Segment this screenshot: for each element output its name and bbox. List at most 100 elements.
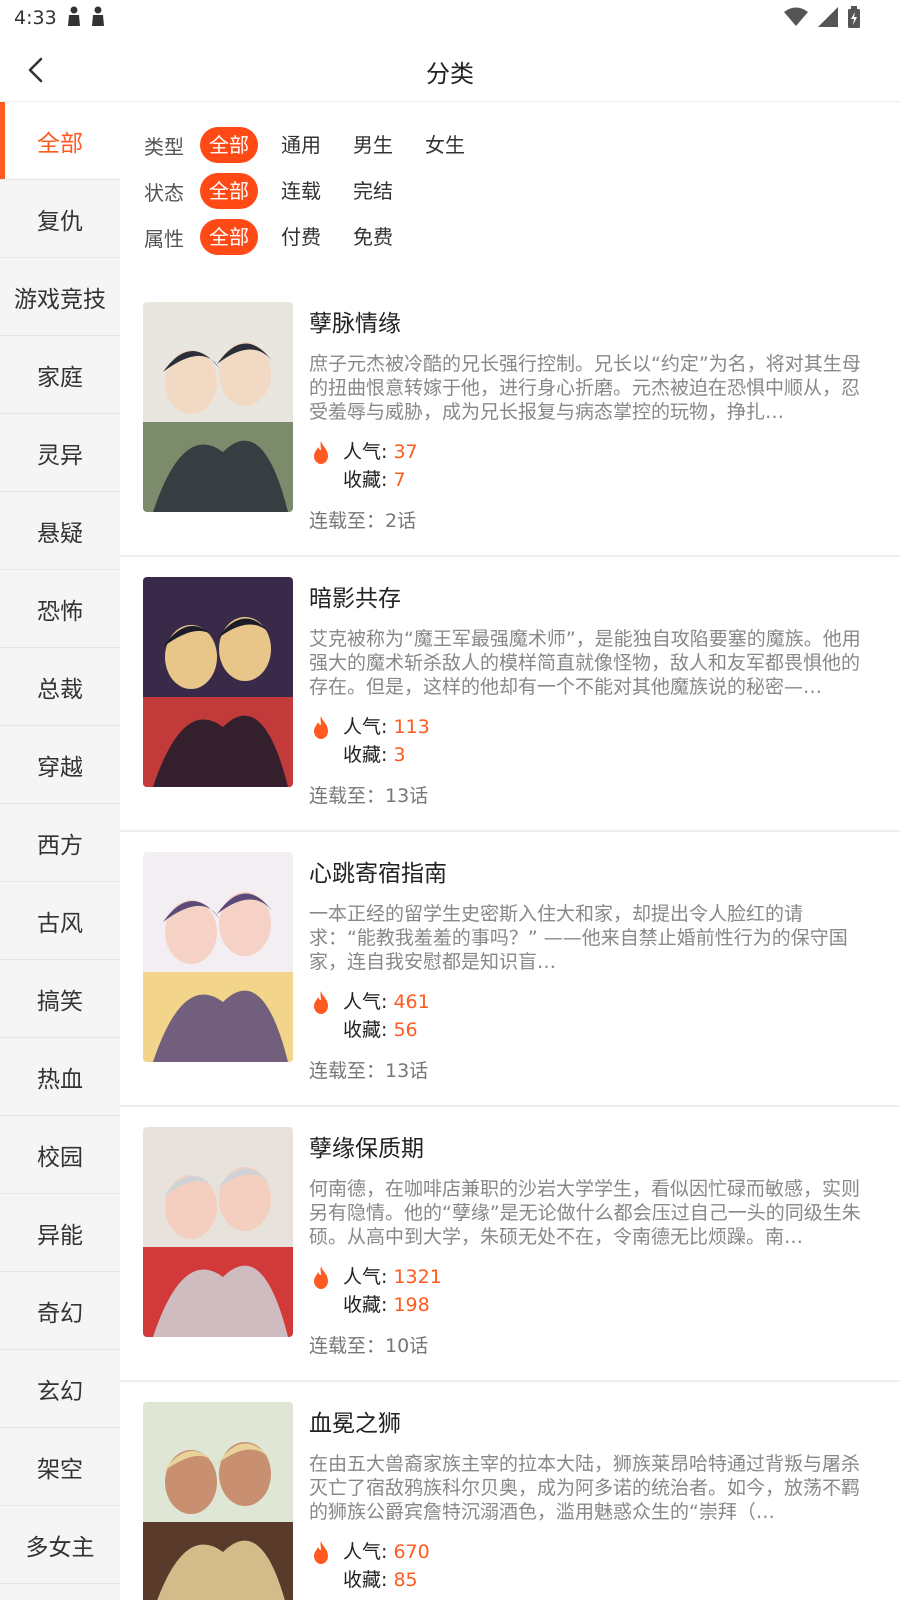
category-sidebar: 全部 复仇 游戏竞技 家庭 灵异 悬疑 恐怖 总裁 穿越 西方 古风 搞笑 热血 校园 异能 奇幻 玄幻 架空 多女… (0, 102, 120, 1600)
sidebar-item[interactable]: 架空 (0, 1428, 120, 1506)
favorites-stat: 收藏: 198 (343, 1291, 442, 1319)
book-title[interactable]: 心跳寄宿指南 (309, 854, 869, 888)
status-time: 4:33 (14, 7, 57, 29)
popularity-label: 人气: (343, 716, 394, 738)
sidebar-item[interactable]: 总裁 (0, 648, 120, 726)
filter-chip[interactable]: 连载 (272, 173, 330, 209)
book-card[interactable]: 孽缘保质期 何南德，在咖啡店兼职的沙岩大学学生，看似因忙碌而敏感，实则另有隐情。他… (120, 1107, 900, 1382)
book-info: 血冕之狮在由五大兽裔家族主宰的拉本大陆，狮族莱昂哈特通过背叛与屠杀灭亡了宿敌鸦族… (309, 1404, 869, 1594)
book-card[interactable]: 暗影共存艾克被称为“魔王军最强魔术师”，是能独自攻陷要塞的魔族。他用强大的魔术斩… (120, 557, 900, 832)
popularity-stat: 人气: 461 (343, 988, 430, 1016)
favorites-label: 收藏: (343, 1294, 394, 1316)
filter-chip[interactable]: 全部 (200, 219, 258, 255)
sidebar-item[interactable]: 玄幻 (0, 1350, 120, 1428)
header: 分类 (0, 36, 900, 102)
filter-chip[interactable]: 免费 (344, 219, 402, 255)
popularity-label: 人气: (343, 1541, 394, 1563)
book-description: 艾克被称为“魔王军最强魔术师”，是能独自攻陷要塞的魔族。他用强大的魔术斩杀敌人的… (309, 628, 861, 698)
book-cover[interactable] (143, 302, 293, 512)
popularity-stat: 人气: 37 (343, 438, 418, 466)
book-info: 孽缘保质期 何南德，在咖啡店兼职的沙岩大学学生，看似因忙碌而敏感，实则另有隐情。他… (309, 1129, 869, 1358)
fire-icon (314, 441, 328, 464)
filter-label: 类型 (144, 134, 184, 159)
main-content: 类型 全部 通用 男生 女生 状态 全部 连载 完结 属性 全部 付费 免费 孽脉情缘 庶子元杰被冷酷的兄… (120, 102, 900, 1600)
popularity-label: 人气: (343, 1266, 394, 1288)
favorites-stat: 收藏: 56 (343, 1016, 430, 1044)
sidebar-item[interactable]: 灵异 (0, 414, 120, 492)
book-list: 孽脉情缘庶子元杰被冷酷的兄长强行控制。兄长以“约定”为名，将对其生母的扭曲恨意转… (120, 282, 900, 1600)
fire-icon (314, 716, 328, 739)
book-serial-status: 连载至：10话 (309, 1335, 429, 1357)
book-card[interactable]: 血冕之狮在由五大兽裔家族主宰的拉本大陆，狮族莱昂哈特通过背叛与屠杀灭亡了宿敌鸦族… (120, 1382, 900, 1600)
book-info: 暗影共存艾克被称为“魔王军最强魔术师”，是能独自攻陷要塞的魔族。他用强大的魔术斩… (309, 579, 869, 808)
book-title[interactable]: 孽脉情缘 (309, 304, 869, 338)
popularity-stat: 人气: 113 (343, 713, 430, 741)
sidebar-item[interactable]: 古风 (0, 882, 120, 960)
filter-chip[interactable]: 通用 (272, 127, 330, 163)
sidebar-item[interactable]: 悬疑 (0, 492, 120, 570)
sidebar-item[interactable]: 校园 (0, 1116, 120, 1194)
filter-row: 属性 全部 付费 免费 (144, 214, 900, 260)
filter-row: 类型 全部 通用 男生 女生 (144, 122, 900, 168)
popularity-value: 461 (393, 991, 430, 1013)
book-title[interactable]: 暗影共存 (309, 579, 869, 613)
notification-icon (67, 6, 81, 31)
filter-chip[interactable]: 完结 (344, 173, 402, 209)
book-cover[interactable] (143, 1402, 293, 1600)
favorites-stat: 收藏: 85 (343, 1566, 430, 1594)
book-stats: 人气: 670 收藏: 85 (309, 1538, 869, 1594)
sidebar-item[interactable]: 奇幻 (0, 1272, 120, 1350)
favorites-stat: 收藏: 3 (343, 741, 430, 769)
popularity-value: 670 (393, 1541, 430, 1563)
filter-chip[interactable]: 男生 (344, 127, 402, 163)
popularity-value: 113 (393, 716, 430, 738)
book-card[interactable]: 孽脉情缘庶子元杰被冷酷的兄长强行控制。兄长以“约定”为名，将对其生母的扭曲恨意转… (120, 282, 900, 557)
filter-label: 属性 (144, 226, 184, 251)
sidebar-item[interactable]: 搞笑 (0, 960, 120, 1038)
favorites-value: 198 (393, 1294, 430, 1316)
favorites-value: 3 (393, 744, 406, 766)
favorites-value: 85 (393, 1569, 418, 1591)
sidebar-item[interactable]: 穿越 (0, 726, 120, 804)
sidebar-item[interactable]: 全部 (0, 102, 120, 180)
popularity-stat: 人气: 670 (343, 1538, 430, 1566)
battery-icon (848, 6, 860, 33)
popularity-stat: 人气: 1321 (343, 1263, 442, 1291)
filter-label: 状态 (144, 180, 184, 205)
filter-chip[interactable]: 女生 (416, 127, 474, 163)
book-cover[interactable] (143, 1127, 293, 1337)
book-stats: 人气: 1321 收藏: 198 (309, 1263, 869, 1319)
sidebar-item[interactable]: 复仇 (0, 180, 120, 258)
filter-chip[interactable]: 付费 (272, 219, 330, 255)
book-stats: 人气: 113 收藏: 3 (309, 713, 869, 769)
book-description: 一本正经的留学生史密斯入住大和家，却提出令人脸红的请求：“能教我羞羞的事吗？” … (309, 903, 848, 973)
book-stats: 人气: 461 收藏: 56 (309, 988, 869, 1044)
filter-chip[interactable]: 全部 (200, 173, 258, 209)
sidebar-item[interactable]: 西方 (0, 804, 120, 882)
sidebar-item[interactable]: 热血 (0, 1038, 120, 1116)
popularity-label: 人气: (343, 441, 394, 463)
sidebar-item[interactable]: 异能 (0, 1194, 120, 1272)
book-card[interactable]: 心跳寄宿指南一本正经的留学生史密斯入住大和家，却提出令人脸红的请求：“能教我羞羞… (120, 832, 900, 1107)
page-title: 分类 (426, 60, 474, 88)
book-description: 庶子元杰被冷酷的兄长强行控制。兄长以“约定”为名，将对其生母的扭曲恨意转嫁于他，… (309, 353, 861, 423)
popularity-label: 人气: (343, 991, 394, 1013)
sidebar-item[interactable]: 多女主 (0, 1506, 120, 1584)
notification-icon (91, 6, 105, 31)
book-cover[interactable] (143, 577, 293, 787)
popularity-value: 1321 (393, 1266, 442, 1288)
book-description: 在由五大兽裔家族主宰的拉本大陆，狮族莱昂哈特通过背叛与屠杀灭亡了宿敌鸦族科尔贝奥… (309, 1453, 861, 1523)
sidebar-item[interactable]: 恐怖 (0, 570, 120, 648)
book-title[interactable]: 血冕之狮 (309, 1404, 869, 1438)
book-title[interactable]: 孽缘保质期 (309, 1129, 869, 1163)
book-serial-status: 连载至：13话 (309, 785, 429, 807)
favorites-label: 收藏: (343, 1019, 394, 1041)
book-serial-status: 连载至：13话 (309, 1060, 429, 1082)
sidebar-item[interactable]: 家庭 (0, 336, 120, 414)
favorites-label: 收藏: (343, 1569, 394, 1591)
sidebar-item[interactable]: 游戏竞技 (0, 258, 120, 336)
filter-chip[interactable]: 全部 (200, 127, 258, 163)
book-cover[interactable] (143, 852, 293, 1062)
book-info: 心跳寄宿指南一本正经的留学生史密斯入住大和家，却提出令人脸红的请求：“能教我羞羞… (309, 854, 869, 1083)
filter-row: 状态 全部 连载 完结 (144, 168, 900, 214)
